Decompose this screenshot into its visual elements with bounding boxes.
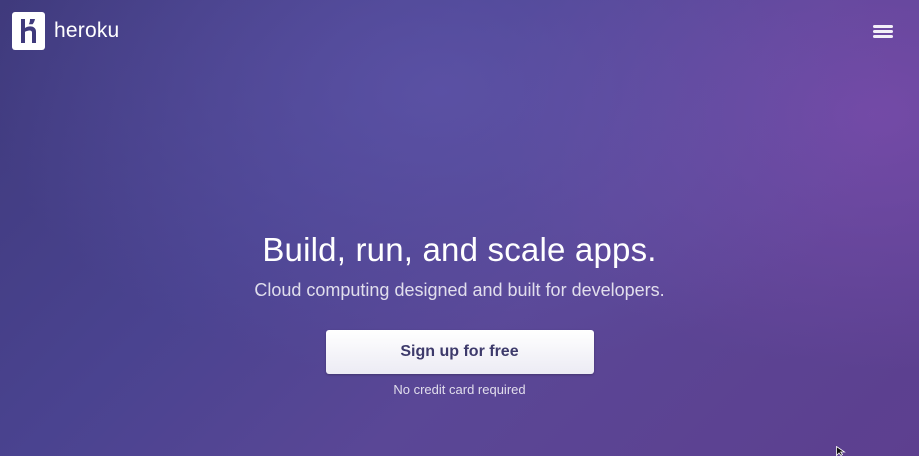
hero-subtitle: Cloud computing designed and built for d… (254, 280, 665, 300)
signup-button[interactable]: Sign up for free (325, 330, 594, 374)
signup-note: No credit card required (393, 382, 526, 397)
menu-line (873, 25, 893, 28)
site-header: heroku (0, 0, 919, 64)
logo-text: heroku (54, 19, 120, 42)
menu-line (873, 35, 893, 38)
hamburger-menu-icon[interactable] (873, 25, 893, 39)
heroku-logo-icon (12, 12, 45, 50)
heroku-logo-link[interactable]: heroku (12, 12, 119, 50)
hero-title: Build, run, and scale apps. (262, 231, 657, 268)
mouse-pointer-icon (836, 446, 846, 456)
menu-line (873, 30, 893, 33)
hero-section: Build, run, and scale apps. Cloud comput… (0, 226, 919, 397)
